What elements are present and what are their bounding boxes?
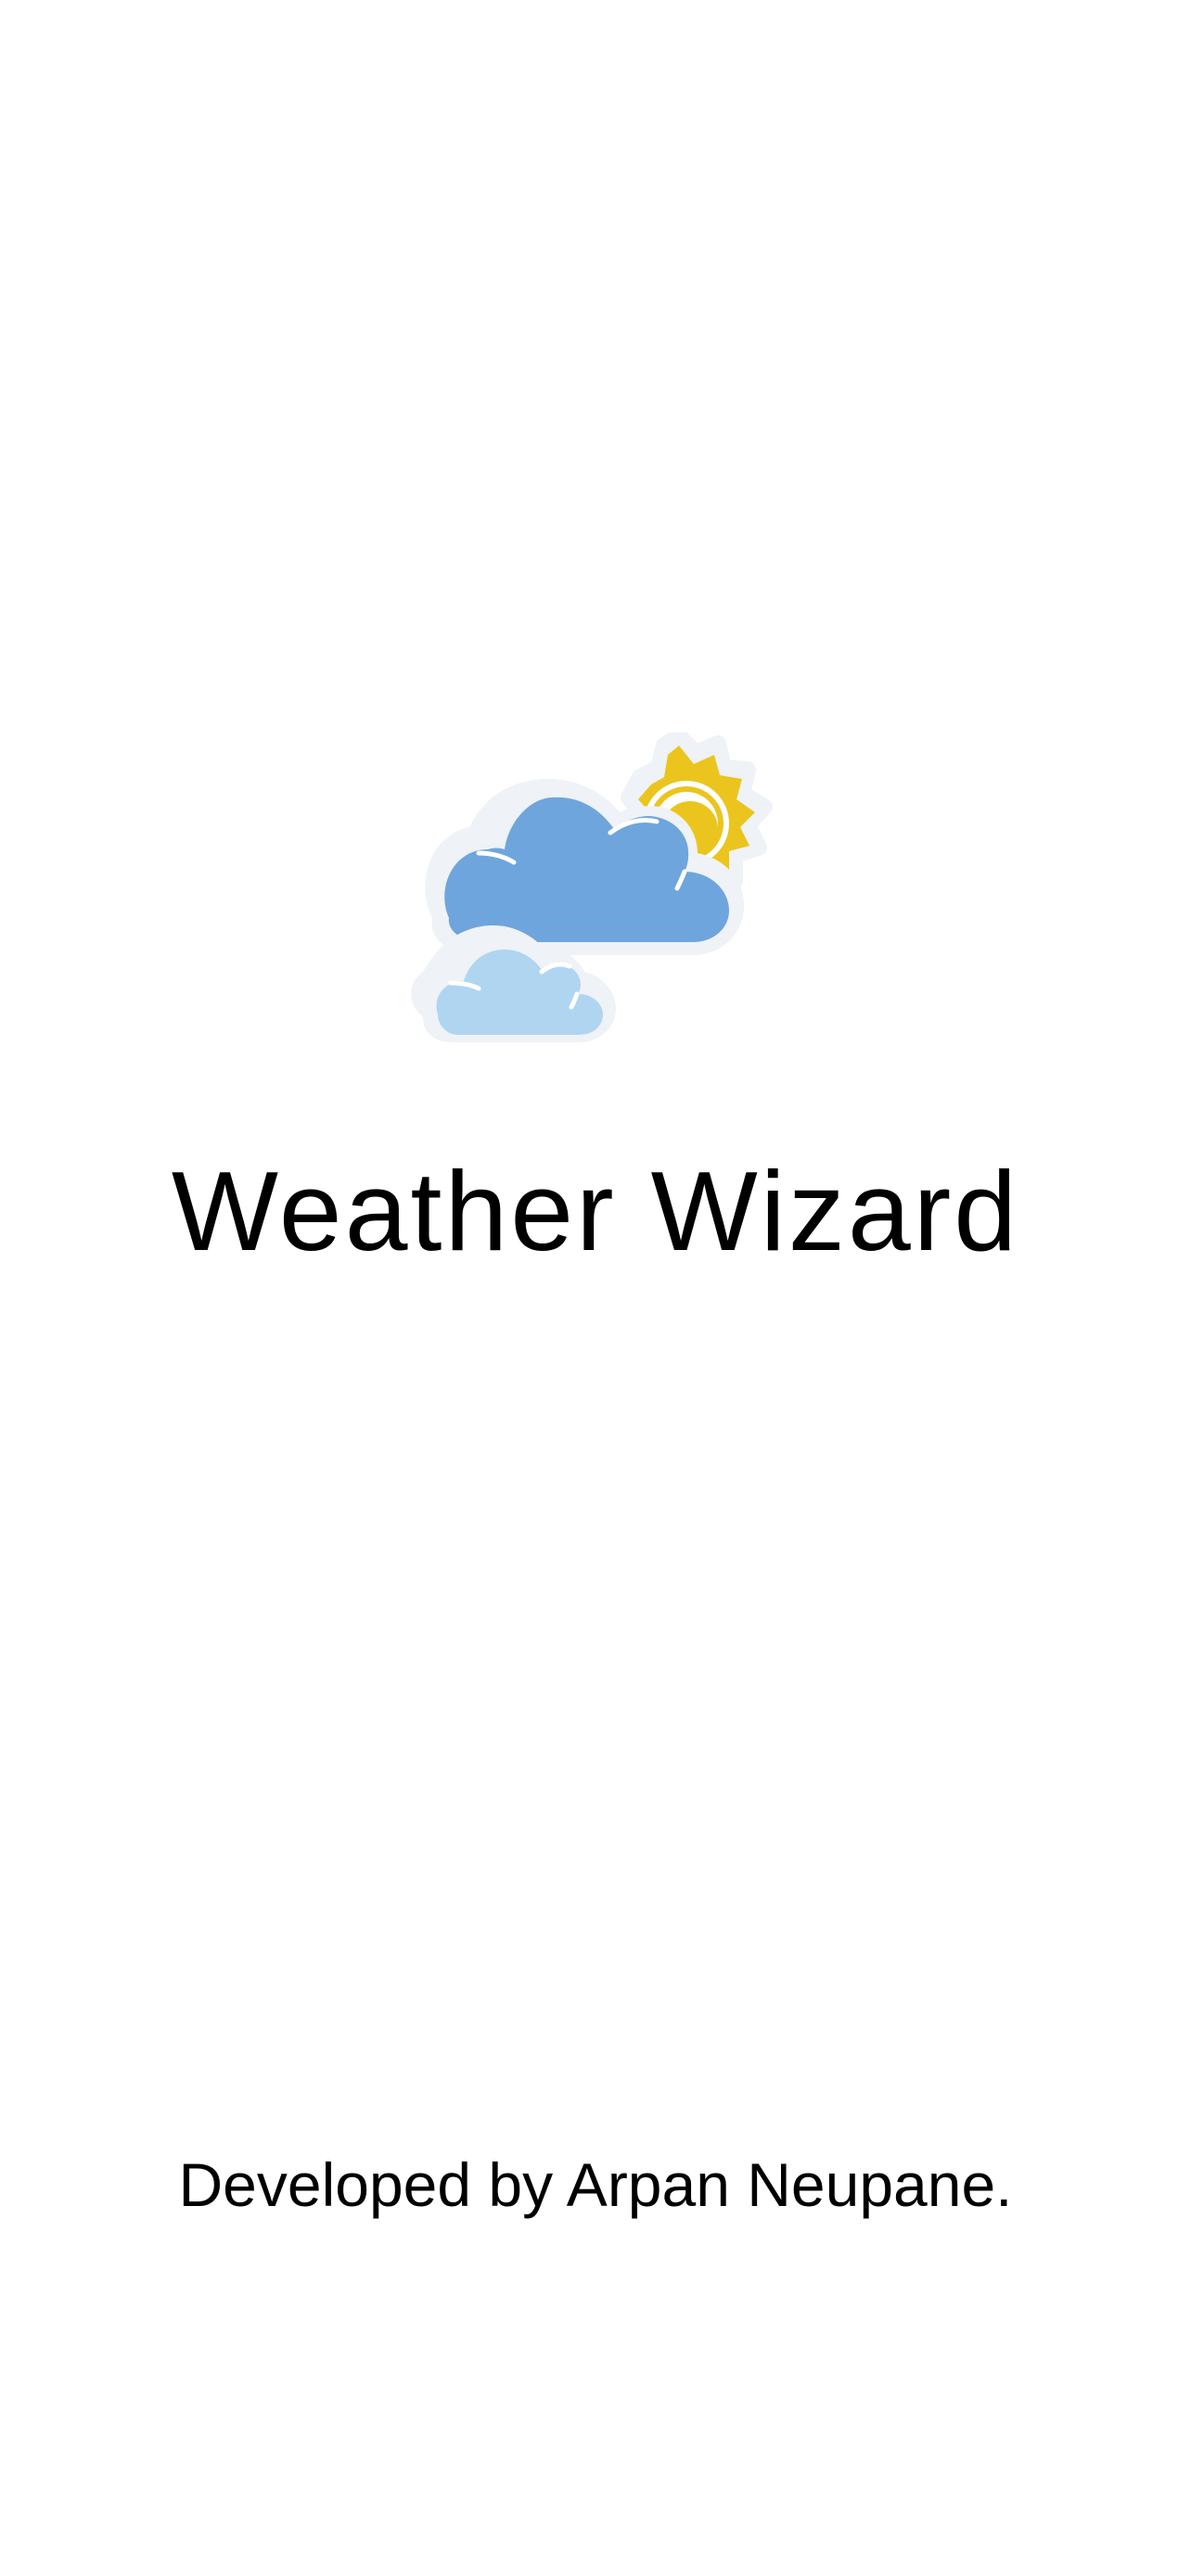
developer-credit: Developed by Arpan Neupane. — [178, 2150, 1013, 2219]
app-title: Weather Wizard — [171, 1148, 1020, 1274]
partly-cloudy-icon — [395, 733, 794, 1066]
